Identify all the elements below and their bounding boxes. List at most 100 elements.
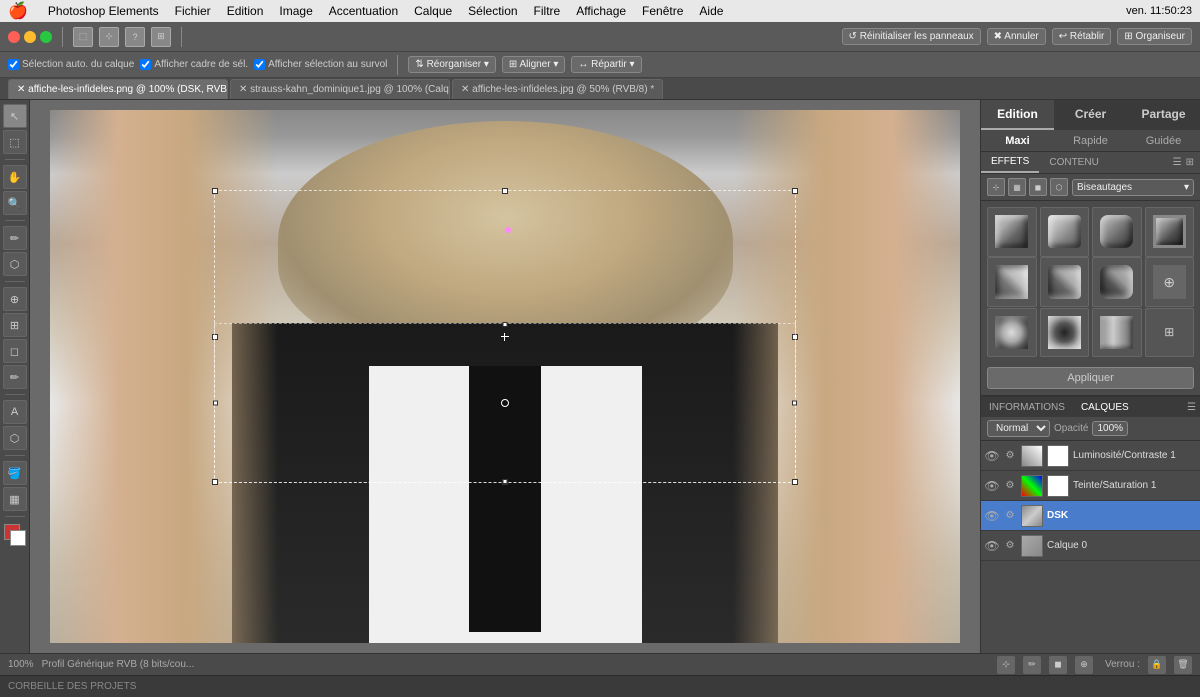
panel-icon-grid[interactable]: ⊞ — [1186, 157, 1194, 168]
panel-icon-list[interactable]: ☰ — [1173, 157, 1182, 168]
effects-tab-effets[interactable]: EFFETS — [981, 152, 1039, 173]
tool-crop[interactable]: ⬡ — [3, 252, 27, 276]
effects-icon-2[interactable]: ▦ — [1008, 178, 1026, 196]
blend-mode-select[interactable]: Normal — [987, 420, 1050, 437]
status-tool-4[interactable]: ⊕ — [1075, 656, 1093, 674]
menu-filtre[interactable]: Filtre — [526, 4, 569, 18]
status-tool-3[interactable]: ◼ — [1049, 656, 1067, 674]
repartir-btn[interactable]: ↔ Répartir ▾ — [571, 56, 641, 73]
opacity-input[interactable] — [1092, 421, 1128, 436]
layer-row-3[interactable]: 👁 ⚙ DSK — [981, 501, 1200, 531]
menu-affichage[interactable]: Affichage — [568, 4, 634, 18]
afficher-selection-checkbox[interactable] — [254, 59, 265, 70]
bevel-item-11[interactable] — [1092, 308, 1142, 358]
tool-icon-2[interactable]: ⊹ — [99, 27, 119, 47]
panel-tab-edition[interactable]: Edition — [981, 100, 1054, 130]
bevel-item-8[interactable]: ⊕ — [1145, 257, 1195, 307]
maximize-window-btn[interactable] — [40, 31, 52, 43]
tool-zoom[interactable]: 🔍 — [3, 191, 27, 215]
bevel-item-3[interactable] — [1092, 207, 1142, 257]
selection-auto-checkbox[interactable] — [8, 59, 19, 70]
tool-clone[interactable]: ⊞ — [3, 313, 27, 337]
doc-tab-1[interactable]: ✕ affiche-les-infideles.png @ 100% (DSK,… — [8, 79, 228, 99]
mode-tab-maxi[interactable]: Maxi — [981, 130, 1054, 151]
effects-tab-contenu[interactable]: CONTENU — [1039, 152, 1108, 173]
layer-1-visibility[interactable]: 👁 — [985, 449, 999, 463]
layer-4-visibility[interactable]: 👁 — [985, 539, 999, 553]
app-name-menu[interactable]: Photoshop Elements — [40, 4, 167, 18]
status-trash[interactable]: 🗑 — [1174, 656, 1192, 674]
info-tab-calques[interactable]: CALQUES — [1073, 397, 1137, 417]
calques-menu-icon[interactable]: ☰ — [1187, 402, 1196, 413]
bevel-item-7[interactable] — [1092, 257, 1142, 307]
tool-text[interactable]: A — [3, 400, 27, 424]
bevel-item-1[interactable] — [987, 207, 1037, 257]
layer-3-visibility[interactable]: 👁 — [985, 509, 999, 523]
tool-eyedropper[interactable]: ✏ — [3, 226, 27, 250]
panel-tab-creer[interactable]: Créer — [1054, 100, 1127, 130]
menu-aide[interactable]: Aide — [691, 4, 731, 18]
close-window-btn[interactable] — [8, 31, 20, 43]
bevel-item-10[interactable] — [1040, 308, 1090, 358]
effects-icon-4[interactable]: ⬡ — [1050, 178, 1068, 196]
minimize-window-btn[interactable] — [24, 31, 36, 43]
bevel-item-5[interactable] — [987, 257, 1037, 307]
tool-hand[interactable]: ✋ — [3, 165, 27, 189]
panel-tab-partage[interactable]: Partage — [1127, 100, 1200, 130]
reset-panels-btn[interactable]: ↺ Réinitialiser les panneaux — [842, 28, 981, 45]
menu-fichier[interactable]: Fichier — [167, 4, 219, 18]
organiseur-btn[interactable]: ⊞ Organiseur — [1117, 28, 1192, 45]
retablir-btn[interactable]: ↩ Rétablir — [1052, 28, 1112, 45]
tool-shape[interactable]: ⬡ — [3, 426, 27, 450]
opt-selection-auto[interactable]: Sélection auto. du calque — [8, 59, 134, 70]
appliquer-button[interactable]: Appliquer — [987, 367, 1194, 389]
lock-btn[interactable]: 🔒 — [1148, 656, 1166, 674]
status-tool-1[interactable]: ⊹ — [997, 656, 1015, 674]
layer-3-settings[interactable]: ⚙ — [1003, 509, 1017, 523]
layer-1-settings[interactable]: ⚙ — [1003, 449, 1017, 463]
opt-afficher-cadre[interactable]: Afficher cadre de sél. — [140, 59, 248, 70]
layer-row-2[interactable]: 👁 ⚙ Teinte/Saturation 1 — [981, 471, 1200, 501]
tool-icon-4[interactable]: ⊞ — [151, 27, 171, 47]
menu-edition[interactable]: Edition — [219, 4, 272, 18]
menu-image[interactable]: Image — [271, 4, 320, 18]
background-color[interactable] — [10, 530, 26, 546]
annuler-btn[interactable]: ✖ Annuler — [987, 28, 1046, 45]
calques-panel-menu[interactable]: ☰ — [1187, 401, 1200, 413]
apple-icon[interactable]: 🍎 — [8, 1, 28, 21]
tool-eraser[interactable]: ◻ — [3, 339, 27, 363]
canvas-content[interactable] — [50, 110, 960, 643]
menu-fenetre[interactable]: Fenêtre — [634, 4, 691, 18]
status-tool-2[interactable]: ✏ — [1023, 656, 1041, 674]
tool-icon-1[interactable]: ⬚ — [73, 27, 93, 47]
biseautages-dropdown[interactable]: Biseautages ▾ — [1072, 179, 1194, 196]
tool-paint-bucket[interactable]: 🪣 — [3, 461, 27, 485]
effects-icon-3[interactable]: ◼ — [1029, 178, 1047, 196]
menu-accentuation[interactable]: Accentuation — [321, 4, 406, 18]
reorganiser-btn[interactable]: ⇅ Réorganiser ▾ — [408, 56, 495, 73]
bevel-item-2[interactable] — [1040, 207, 1090, 257]
layer-4-settings[interactable]: ⚙ — [1003, 539, 1017, 553]
doc-tab-2[interactable]: ✕ strauss-kahn_dominique1.jpg @ 100% (Ca… — [230, 79, 450, 99]
bevel-item-6[interactable] — [1040, 257, 1090, 307]
tool-brush[interactable]: ✏ — [3, 365, 27, 389]
effects-icon-1[interactable]: ⊹ — [987, 178, 1005, 196]
bevel-item-12[interactable]: ⊞ — [1145, 308, 1195, 358]
opt-afficher-selection[interactable]: Afficher sélection au survol — [254, 59, 387, 70]
layer-2-visibility[interactable]: 👁 — [985, 479, 999, 493]
tool-icon-3[interactable]: ? — [125, 27, 145, 47]
info-tab-informations[interactable]: INFORMATIONS — [981, 397, 1073, 417]
afficher-cadre-checkbox[interactable] — [140, 59, 151, 70]
menu-selection[interactable]: Sélection — [460, 4, 525, 18]
layer-row-4[interactable]: 👁 ⚙ Calque 0 — [981, 531, 1200, 561]
tool-move[interactable]: ↖ — [3, 104, 27, 128]
tool-gradient[interactable]: ▦ — [3, 487, 27, 511]
layer-row-1[interactable]: 👁 ⚙ Luminosité/Contraste 1 — [981, 441, 1200, 471]
aligner-btn[interactable]: ⊞ Aligner ▾ — [502, 56, 566, 73]
menu-calque[interactable]: Calque — [406, 4, 460, 18]
bevel-item-4[interactable] — [1145, 207, 1195, 257]
layer-2-settings[interactable]: ⚙ — [1003, 479, 1017, 493]
mode-tab-guidee[interactable]: Guidée — [1127, 130, 1200, 151]
bevel-item-9[interactable] — [987, 308, 1037, 358]
tool-heal[interactable]: ⊕ — [3, 287, 27, 311]
